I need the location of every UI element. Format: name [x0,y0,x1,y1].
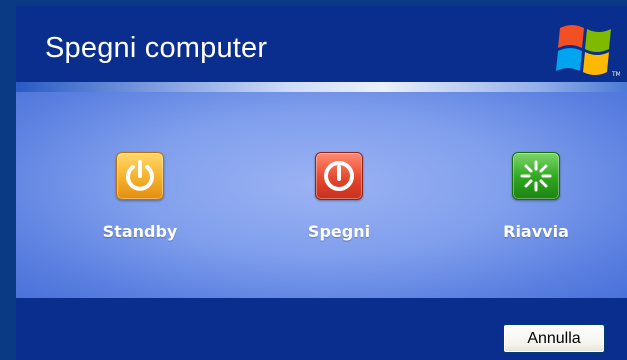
power-off-icon [324,161,354,191]
power-standby-icon [126,160,154,191]
svg-text:TM: TM [611,71,620,78]
standby-label: Standby [102,222,178,241]
restart-button[interactable] [512,152,560,200]
standby-option[interactable]: Standby [80,152,200,272]
dialog-header: Spegni computer TM [16,6,627,82]
dialog-title: Spegni computer [45,32,268,64]
shutdown-button[interactable] [315,152,363,200]
restart-option[interactable]: Riavvia [476,152,596,272]
standby-button[interactable] [116,152,164,200]
windows-logo-icon: TM [554,18,621,78]
restart-icon [520,160,552,192]
shutdown-option[interactable]: Spegni [279,152,399,272]
shutdown-options-area: Standby Spegni Riavvia [16,92,627,298]
restart-label: Riavvia [503,222,569,241]
screen-background: Spegni computer TM Standby Spegni Riavvi… [0,0,627,360]
cancel-button[interactable]: Annulla [503,324,605,353]
header-separator [16,82,627,92]
dialog-footer: Annulla [16,298,627,360]
shutdown-label: Spegni [307,222,371,241]
shutdown-dialog: Spegni computer TM Standby Spegni Riavvi… [16,6,627,360]
